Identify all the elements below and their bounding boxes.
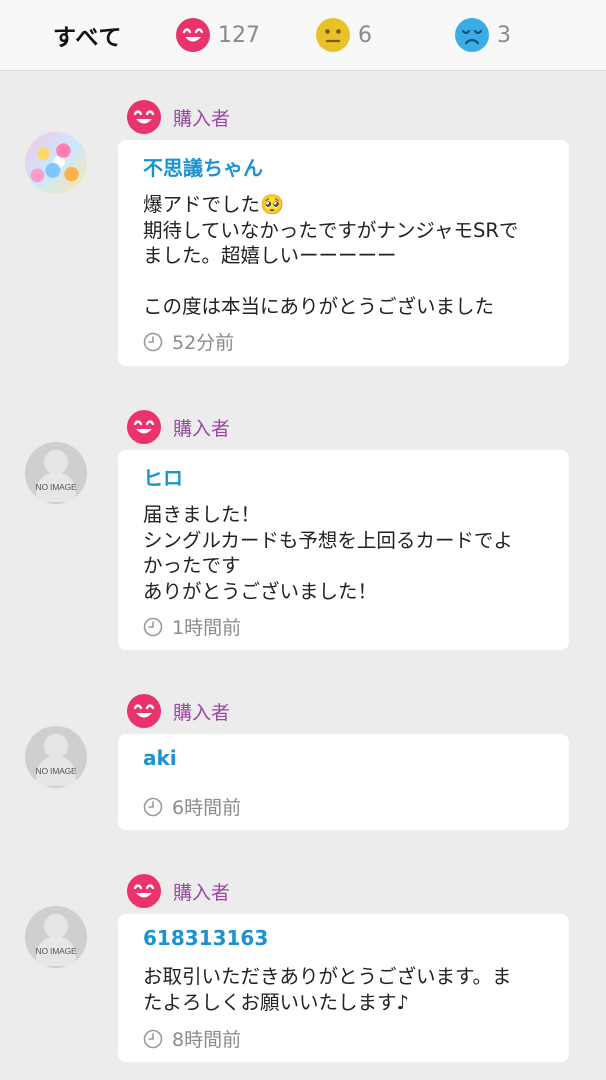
clock-icon <box>143 797 163 817</box>
review-message: 届きました！ シングルカードも予想を上回るカードでよ かったです ありがとうござ… <box>143 503 513 603</box>
review-card: aki 6時間前 <box>118 734 569 830</box>
sad-face-icon <box>455 18 489 52</box>
time-label: 8時間前 <box>172 1029 242 1051</box>
good-count: 127 <box>218 22 260 48</box>
review-card: 不思議ちゃん 爆アドでした🥺 期待していなかったですがナンジャモSRで ました。… <box>118 140 569 366</box>
smile-face-icon <box>127 874 161 908</box>
avatar-placeholder-head <box>44 450 68 474</box>
clock-icon <box>143 617 163 637</box>
time-label: 52分前 <box>172 332 235 354</box>
avatar-placeholder-head <box>44 734 68 758</box>
review-time: 6時間前 <box>143 793 241 820</box>
rating-badge: 購入者 <box>127 100 230 134</box>
time-label: 6時間前 <box>172 797 242 819</box>
rating-filter-tabs: すべて 127 6 3 <box>0 0 606 71</box>
tab-good[interactable]: 127 <box>176 0 260 70</box>
normal-count: 6 <box>358 22 372 48</box>
reviewer-name[interactable]: ヒロ <box>143 462 183 491</box>
smile-face-icon <box>127 694 161 728</box>
clock-icon <box>143 332 163 352</box>
reviewer-name[interactable]: aki <box>143 746 177 770</box>
no-image-label: NO IMAGE <box>35 766 77 776</box>
avatar[interactable] <box>25 132 87 194</box>
reviewer-role: 購入者 <box>173 107 231 130</box>
review-card: ヒロ 届きました！ シングルカードも予想を上回るカードでよ かったです ありがと… <box>118 450 569 650</box>
avatar-placeholder-head <box>44 914 68 938</box>
avatar[interactable]: NO IMAGE <box>25 726 87 788</box>
review-time: 1時間前 <box>143 613 241 640</box>
reviewer-role: 購入者 <box>173 417 231 440</box>
bad-count: 3 <box>497 22 511 48</box>
no-image-label: NO IMAGE <box>35 946 77 956</box>
rating-badge: 購入者 <box>127 694 230 728</box>
smile-face-icon <box>176 18 210 52</box>
smile-face-icon <box>127 100 161 134</box>
tab-all[interactable]: すべて <box>53 0 122 70</box>
reviewer-role: 購入者 <box>173 881 231 904</box>
review-message: 爆アドでした🥺 期待していなかったですがナンジャモSRで ました。超嬉しいーーー… <box>143 193 519 318</box>
review-card: 618313163 お取引いただきありがとうございます。ま たよろしくお願いいた… <box>118 914 569 1062</box>
rating-badge: 購入者 <box>127 874 230 908</box>
reviewer-name[interactable]: 618313163 <box>143 926 268 950</box>
review-message: お取引いただきありがとうございます。ま たよろしくお願いいたします♪ <box>143 965 512 1014</box>
tab-bad[interactable]: 3 <box>455 0 511 70</box>
review-time: 8時間前 <box>143 1025 241 1052</box>
no-image-label: NO IMAGE <box>35 482 77 492</box>
review-time: 52分前 <box>143 328 234 355</box>
avatar[interactable]: NO IMAGE <box>25 442 87 504</box>
reviewer-name[interactable]: 不思議ちゃん <box>143 152 263 181</box>
avatar[interactable]: NO IMAGE <box>25 906 87 968</box>
time-label: 1時間前 <box>172 617 242 639</box>
rating-badge: 購入者 <box>127 410 230 444</box>
neutral-face-icon <box>316 18 350 52</box>
clock-icon <box>143 1029 163 1049</box>
tab-all-label: すべて <box>53 25 123 51</box>
tab-normal[interactable]: 6 <box>316 0 372 70</box>
reviewer-role: 購入者 <box>173 701 231 724</box>
smile-face-icon <box>127 410 161 444</box>
